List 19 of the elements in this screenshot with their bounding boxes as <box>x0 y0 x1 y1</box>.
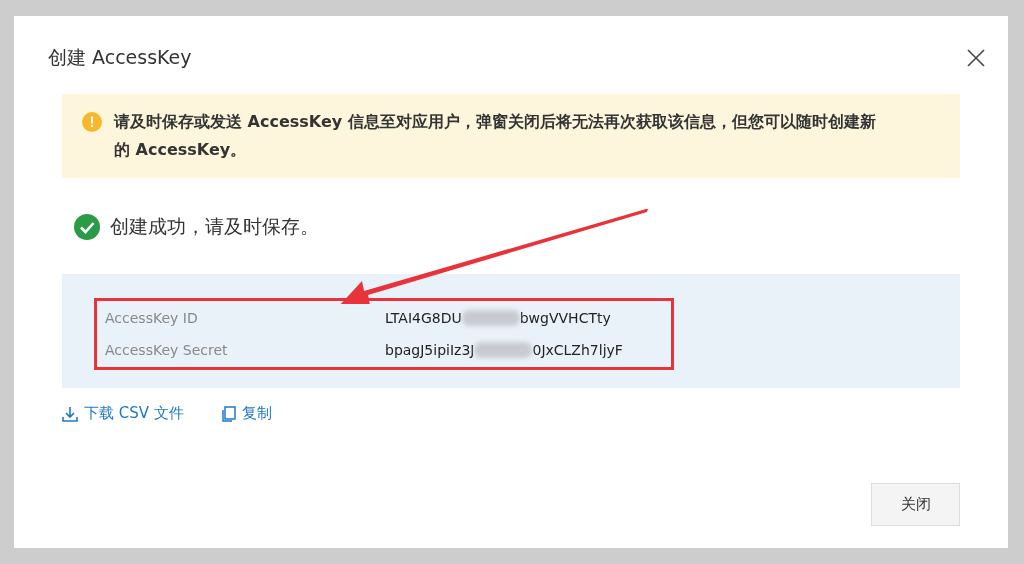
download-icon <box>62 405 78 422</box>
success-message: 创建成功，请及时保存。 <box>110 214 319 239</box>
dialog-title: 创建 AccessKey <box>48 45 192 70</box>
close-icon[interactable] <box>966 48 986 68</box>
key-value: LTAI4G8DU <box>385 309 462 328</box>
key-value: bwgVVHCTty <box>519 309 611 328</box>
key-label: AccessKey Secret <box>105 341 229 360</box>
close-button[interactable]: 关闭 <box>871 483 960 526</box>
warning-icon <box>82 112 102 132</box>
key-label: AccessKey ID <box>105 309 199 328</box>
copy-icon <box>221 405 236 422</box>
key-value: 0JxCLZh7ljyF <box>532 341 623 360</box>
download-link[interactable]: 下载 CSV 文件 <box>62 404 184 423</box>
success-icon <box>74 214 100 240</box>
alert-text: 请及时保存或发送 AccessKey 信息至对应用户，弹窗关闭后将无法再次获取该信息，但您可以随时创建新的 AccessKey。 <box>114 111 877 161</box>
key-value: bpagJ5ipiIz3J <box>385 341 475 360</box>
copy-link[interactable]: 复制 <box>221 404 272 423</box>
blurred-region <box>474 342 533 358</box>
blurred-region <box>461 310 520 326</box>
